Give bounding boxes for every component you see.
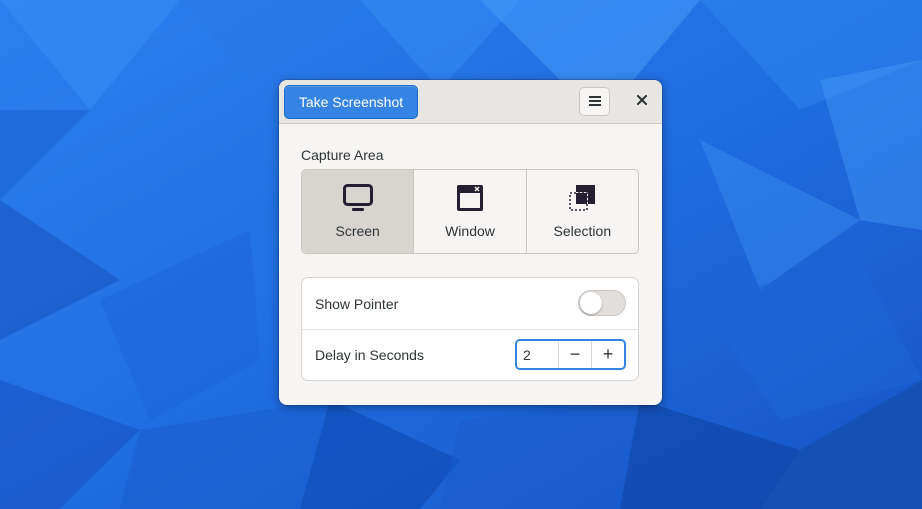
close-icon xyxy=(637,92,647,110)
take-screenshot-button[interactable]: Take Screenshot xyxy=(284,85,418,119)
delay-spin-button: − + xyxy=(515,339,626,370)
show-pointer-row: Show Pointer xyxy=(302,278,638,330)
show-pointer-label: Show Pointer xyxy=(315,295,399,312)
capture-screen-button[interactable]: Screen xyxy=(302,170,415,253)
capture-area-selector: Screen Window Selection xyxy=(301,169,639,254)
hamburger-menu-icon xyxy=(588,93,601,111)
close-button[interactable] xyxy=(629,88,655,114)
screenshot-dialog: Take Screenshot Capture Area Screen Wind… xyxy=(279,80,662,405)
show-pointer-switch[interactable] xyxy=(578,290,626,316)
selection-icon xyxy=(568,184,596,212)
delay-row: Delay in Seconds − + xyxy=(302,329,638,380)
header-bar: Take Screenshot xyxy=(279,80,662,124)
settings-list: Show Pointer Delay in Seconds − + xyxy=(301,277,639,381)
capture-area-label: Capture Area xyxy=(301,147,384,163)
delay-input[interactable] xyxy=(517,341,558,368)
capture-window-button[interactable]: Window xyxy=(414,170,527,253)
decrement-button[interactable]: − xyxy=(558,341,591,368)
capture-selection-button[interactable]: Selection xyxy=(527,170,638,253)
switch-knob xyxy=(580,292,602,314)
capture-selection-label: Selection xyxy=(553,223,612,239)
delay-label: Delay in Seconds xyxy=(315,346,424,363)
window-icon xyxy=(456,184,484,212)
main-menu-button[interactable] xyxy=(579,87,610,116)
capture-window-label: Window xyxy=(445,223,495,239)
increment-button[interactable]: + xyxy=(591,341,624,368)
capture-screen-label: Screen xyxy=(335,223,380,239)
monitor-icon xyxy=(342,184,373,212)
